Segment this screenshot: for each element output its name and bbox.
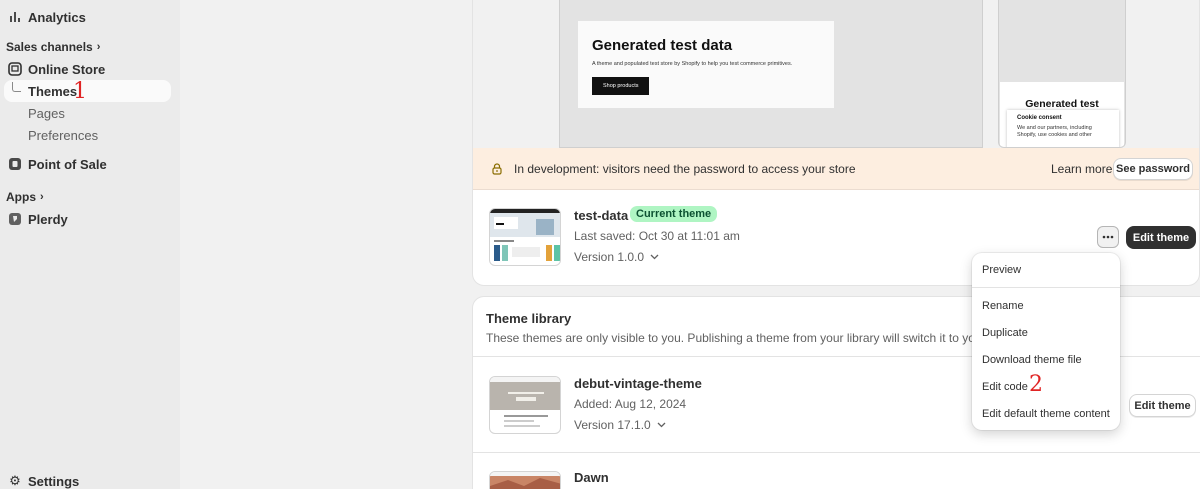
divider (473, 452, 1200, 453)
see-password-button[interactable]: See password (1113, 158, 1193, 180)
annotation-step-1: 1 (73, 79, 87, 104)
edit-theme-button[interactable]: Edit theme (1126, 226, 1196, 249)
theme-thumbnail[interactable] (489, 471, 561, 489)
section-label: Apps (6, 190, 36, 204)
annotation-step-2: 2 (1029, 372, 1043, 397)
sidebar-item-themes[interactable]: Themes (0, 80, 180, 102)
chevron-down-icon (650, 254, 659, 260)
cookie-text: We and our partners, including Shopify, … (1017, 125, 1092, 138)
current-theme-badge: Current theme (630, 206, 718, 222)
theme-thumbnail[interactable] (489, 376, 561, 434)
apps-section[interactable]: Apps › (6, 190, 44, 204)
sidebar-item-point-of-sale[interactable]: Point of Sale (0, 153, 180, 175)
library-title: Theme library (486, 311, 572, 326)
sales-channels-section[interactable]: Sales channels › (6, 40, 100, 54)
mobile-preview[interactable]: Generated test Cookie consent We and our… (998, 0, 1126, 148)
mobile-hero-title: Generated test (1025, 98, 1099, 110)
sidebar-item-plerdy[interactable]: Plerdy (0, 208, 180, 230)
gear-icon: ⚙ (9, 473, 21, 488)
sidebar-item-label: Plerdy (28, 211, 68, 227)
sidebar: Analytics Sales channels › Online Store … (0, 0, 180, 489)
sidebar-item-settings[interactable]: ⚙ Settings (0, 470, 180, 489)
banner-message: In development: visitors need the passwo… (514, 162, 856, 176)
version-selector[interactable]: Version 17.1.0 (574, 418, 666, 432)
hero-description: A theme and populated test store by Shop… (592, 61, 793, 67)
sidebar-item-analytics[interactable]: Analytics (0, 6, 180, 28)
theme-name: Dawn (574, 470, 609, 485)
theme-name: debut-vintage-theme (574, 376, 702, 391)
menu-divider (972, 287, 1120, 288)
menu-item-download-theme-file[interactable]: Download theme file (982, 354, 1082, 366)
menu-item-rename[interactable]: Rename (982, 300, 1024, 312)
sidebar-item-label: Point of Sale (28, 156, 107, 172)
desktop-hero: Generated test data A theme and populate… (578, 21, 834, 108)
menu-item-edit-default-theme-content[interactable]: Edit default theme content (982, 408, 1110, 420)
cookie-title: Cookie consent (1017, 115, 1062, 121)
sidebar-item-pages[interactable]: Pages (0, 102, 180, 124)
hero-title: Generated test data (592, 37, 733, 54)
theme-name: test-data (574, 208, 629, 223)
sidebar-item-label: Online Store (28, 61, 106, 77)
cookie-consent-popup: Cookie consent We and our partners, incl… (1007, 110, 1119, 147)
desktop-preview[interactable]: Generated test data A theme and populate… (559, 0, 983, 148)
bar-chart-icon (8, 10, 22, 24)
plerdy-app-icon (8, 212, 22, 226)
edit-theme-button[interactable]: Edit theme (1129, 394, 1196, 417)
theme-preview-area: Generated test data A theme and populate… (473, 0, 1199, 148)
store-icon (8, 62, 22, 76)
learn-more-link[interactable]: Learn more (1051, 162, 1112, 176)
mobile-hero: Generated test Cookie consent We and our… (1000, 82, 1124, 147)
theme-actions-menu: Preview Rename Duplicate Download theme … (972, 253, 1120, 430)
sidebar-item-preferences[interactable]: Preferences (0, 124, 180, 146)
library-subtitle: These themes are only visible to you. Pu… (486, 331, 1017, 345)
chevron-right-icon: › (40, 191, 44, 203)
version-selector[interactable]: Version 1.0.0 (574, 250, 659, 264)
pos-icon (8, 157, 22, 171)
theme-thumbnail[interactable] (489, 208, 561, 266)
more-actions-button[interactable] (1097, 226, 1119, 248)
sidebar-item-label: Settings (28, 473, 80, 489)
shop-products-button: Shop products (592, 77, 650, 95)
sidebar-item-label: Preferences (28, 127, 99, 143)
sidebar-item-label: Pages (28, 105, 65, 121)
section-label: Sales channels (6, 40, 93, 54)
menu-item-edit-code[interactable]: Edit code (982, 381, 1028, 393)
added-date: Added: Aug 12, 2024 (574, 397, 687, 411)
chevron-down-icon (657, 422, 666, 428)
lock-icon (491, 163, 503, 175)
last-saved-text: Last saved: Oct 30 at 11:01 am (574, 229, 740, 243)
version-label: Version 17.1.0 (574, 418, 651, 432)
sidebar-item-online-store[interactable]: Online Store (0, 58, 180, 80)
menu-item-preview[interactable]: Preview (982, 264, 1021, 276)
menu-item-duplicate[interactable]: Duplicate (982, 327, 1028, 339)
version-label: Version 1.0.0 (574, 250, 645, 264)
development-banner: In development: visitors need the passwo… (473, 148, 1199, 190)
sidebar-item-label: Analytics (28, 9, 86, 25)
ellipsis-icon (1102, 235, 1114, 239)
sidebar-item-label: Themes (28, 83, 78, 99)
current-theme-card: Generated test data A theme and populate… (472, 0, 1200, 286)
chevron-right-icon: › (96, 41, 101, 53)
